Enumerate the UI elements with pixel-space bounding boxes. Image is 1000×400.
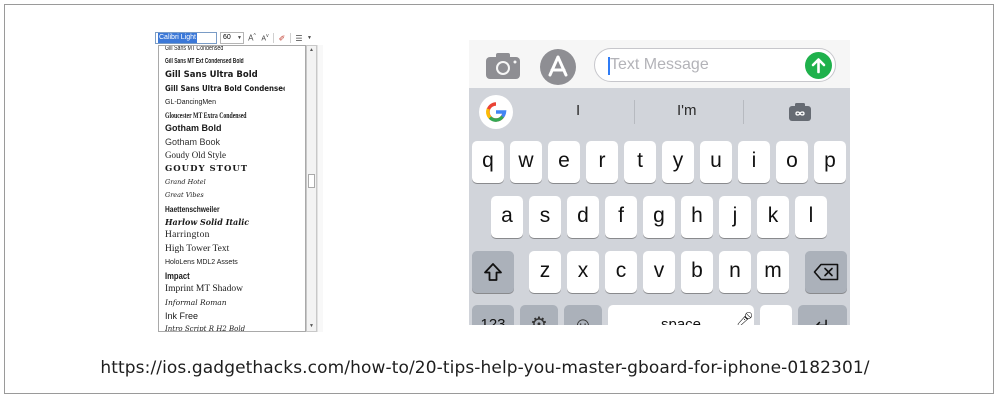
font-size-combobox[interactable]: 60 ▼ (220, 32, 244, 44)
message-placeholder: Text Message (610, 56, 709, 73)
font-item[interactable]: Gloucester MT Extra Condensed (165, 109, 257, 122)
key-x[interactable]: x (567, 251, 599, 293)
font-item[interactable]: Imprint MT Shadow (165, 283, 301, 296)
key-u[interactable]: u (700, 141, 732, 183)
key-n[interactable]: n (719, 251, 751, 293)
key-i[interactable]: i (738, 141, 770, 183)
scroll-thumb[interactable] (308, 174, 315, 188)
emoji-icon: ☺ (572, 314, 594, 325)
font-item[interactable]: Ink Free (165, 310, 301, 323)
chevron-down-icon[interactable]: ▼ (307, 35, 313, 41)
message-input-bar: Text Message (469, 40, 850, 88)
toolbar-divider (273, 33, 274, 43)
app-store-icon[interactable] (540, 49, 576, 85)
backspace-icon (813, 263, 839, 281)
font-item[interactable]: Gotham Bold (165, 122, 301, 135)
key-b[interactable]: b (681, 251, 713, 293)
microphone-icon[interactable]: 🎤︎ (736, 299, 754, 325)
emoji-key[interactable]: ☺ (564, 305, 602, 325)
document-edge (317, 45, 323, 332)
chevron-down-icon[interactable]: ▼ (237, 33, 243, 43)
font-list: Gill Sans MT Condensed Gill Sans MT Ext … (158, 45, 306, 332)
settings-key[interactable]: ⚙ (520, 305, 558, 325)
key-c[interactable]: c (605, 251, 637, 293)
key-v[interactable]: v (643, 251, 675, 293)
return-key[interactable]: ↵ (798, 305, 847, 325)
return-icon: ↵ (814, 315, 831, 325)
iphone-gboard-screen: Text Message I I'm q w e r t y u i o p a… (469, 40, 850, 325)
shift-arrow-icon (484, 263, 502, 281)
send-arrow-icon[interactable] (805, 52, 832, 79)
numbers-key[interactable]: 123 (472, 305, 514, 325)
font-item[interactable]: Gill Sans MT Condensed (165, 46, 267, 55)
scroll-up-icon[interactable]: ▲ (307, 46, 316, 55)
key-w[interactable]: w (510, 141, 542, 183)
font-item[interactable]: Grand Hotel (165, 176, 301, 189)
font-item[interactable]: Informal Roman (165, 296, 301, 309)
key-d[interactable]: d (567, 196, 599, 238)
font-item[interactable]: Haettenschweiler (165, 203, 271, 216)
font-item[interactable]: Impact (165, 270, 281, 283)
key-a[interactable]: a (491, 196, 523, 238)
key-l[interactable]: l (795, 196, 827, 238)
word-font-dropdown: Calibri Light 60 ▼ A^ Av ✐ ☰ ▼ Gill Sans… (155, 30, 323, 332)
key-y[interactable]: y (662, 141, 694, 183)
font-item[interactable]: GL-DancingMen (165, 96, 301, 109)
suggestion-strip: I I'm (469, 88, 850, 134)
suggestion-divider (634, 100, 635, 124)
key-s[interactable]: s (529, 196, 561, 238)
font-item[interactable]: Goudy Old Style (165, 149, 301, 162)
key-p[interactable]: p (814, 141, 846, 183)
gif-infinity-icon[interactable] (788, 102, 812, 122)
key-m[interactable]: m (757, 251, 789, 293)
bullets-icon[interactable]: ☰ (294, 34, 304, 43)
suggestion-1[interactable]: I (576, 102, 580, 119)
font-item[interactable]: Great Vibes (165, 189, 301, 202)
clear-formatting-icon[interactable]: ✐ (277, 34, 287, 43)
font-items: Gill Sans MT Condensed Gill Sans MT Ext … (165, 46, 301, 331)
key-e[interactable]: e (548, 141, 580, 183)
font-item[interactable]: GOUDY STOUT (165, 163, 301, 176)
font-list-scrollbar[interactable]: ▲ ▼ (306, 45, 317, 332)
scroll-down-icon[interactable]: ▼ (307, 322, 316, 331)
shift-key[interactable] (472, 251, 514, 293)
space-key[interactable]: space 🎤︎ (608, 305, 754, 325)
font-item[interactable]: HoloLens MDL2 Assets (165, 256, 301, 269)
font-item[interactable]: Gill Sans Ultra Bold (165, 69, 301, 82)
font-item[interactable]: High Tower Text (165, 243, 301, 256)
key-k[interactable]: k (757, 196, 789, 238)
font-size-value: 60 (223, 34, 231, 41)
gear-icon: ⚙ (530, 314, 548, 325)
suggestion-divider (743, 100, 744, 124)
font-item[interactable]: Gill Sans Ultra Bold Condensed (165, 82, 285, 95)
grow-font-button[interactable]: A^ (247, 33, 257, 43)
key-q[interactable]: q (472, 141, 504, 183)
toolbar-divider (290, 33, 291, 43)
key-t[interactable]: t (624, 141, 656, 183)
shrink-font-button[interactable]: Av (260, 33, 270, 43)
font-item[interactable]: Harlow Solid Italic (165, 216, 301, 229)
key-o[interactable]: o (776, 141, 808, 183)
key-g[interactable]: g (643, 196, 675, 238)
source-url-caption: https://ios.gadgethacks.com/how-to/20-ti… (100, 358, 870, 378)
message-text-field[interactable]: Text Message (594, 48, 836, 82)
period-key[interactable] (760, 305, 792, 325)
font-item[interactable]: Gill Sans MT Ext Condensed Bold (165, 55, 260, 68)
font-item[interactable]: Intro Script R H2 Bold (165, 323, 301, 331)
font-toolbar: Calibri Light 60 ▼ A^ Av ✐ ☰ ▼ (155, 30, 323, 46)
google-g-icon[interactable] (479, 95, 513, 129)
font-item[interactable]: Gotham Book (165, 136, 301, 149)
backspace-key[interactable] (805, 251, 847, 293)
key-h[interactable]: h (681, 196, 713, 238)
key-z[interactable]: z (529, 251, 561, 293)
font-name-combobox[interactable]: Calibri Light (155, 32, 217, 44)
key-j[interactable]: j (719, 196, 751, 238)
suggestion-2[interactable]: I'm (677, 102, 697, 119)
camera-icon[interactable] (485, 52, 521, 80)
font-item[interactable]: Harrington (165, 229, 301, 242)
font-name-value: Calibri Light (158, 33, 197, 43)
key-f[interactable]: f (605, 196, 637, 238)
key-r[interactable]: r (586, 141, 618, 183)
